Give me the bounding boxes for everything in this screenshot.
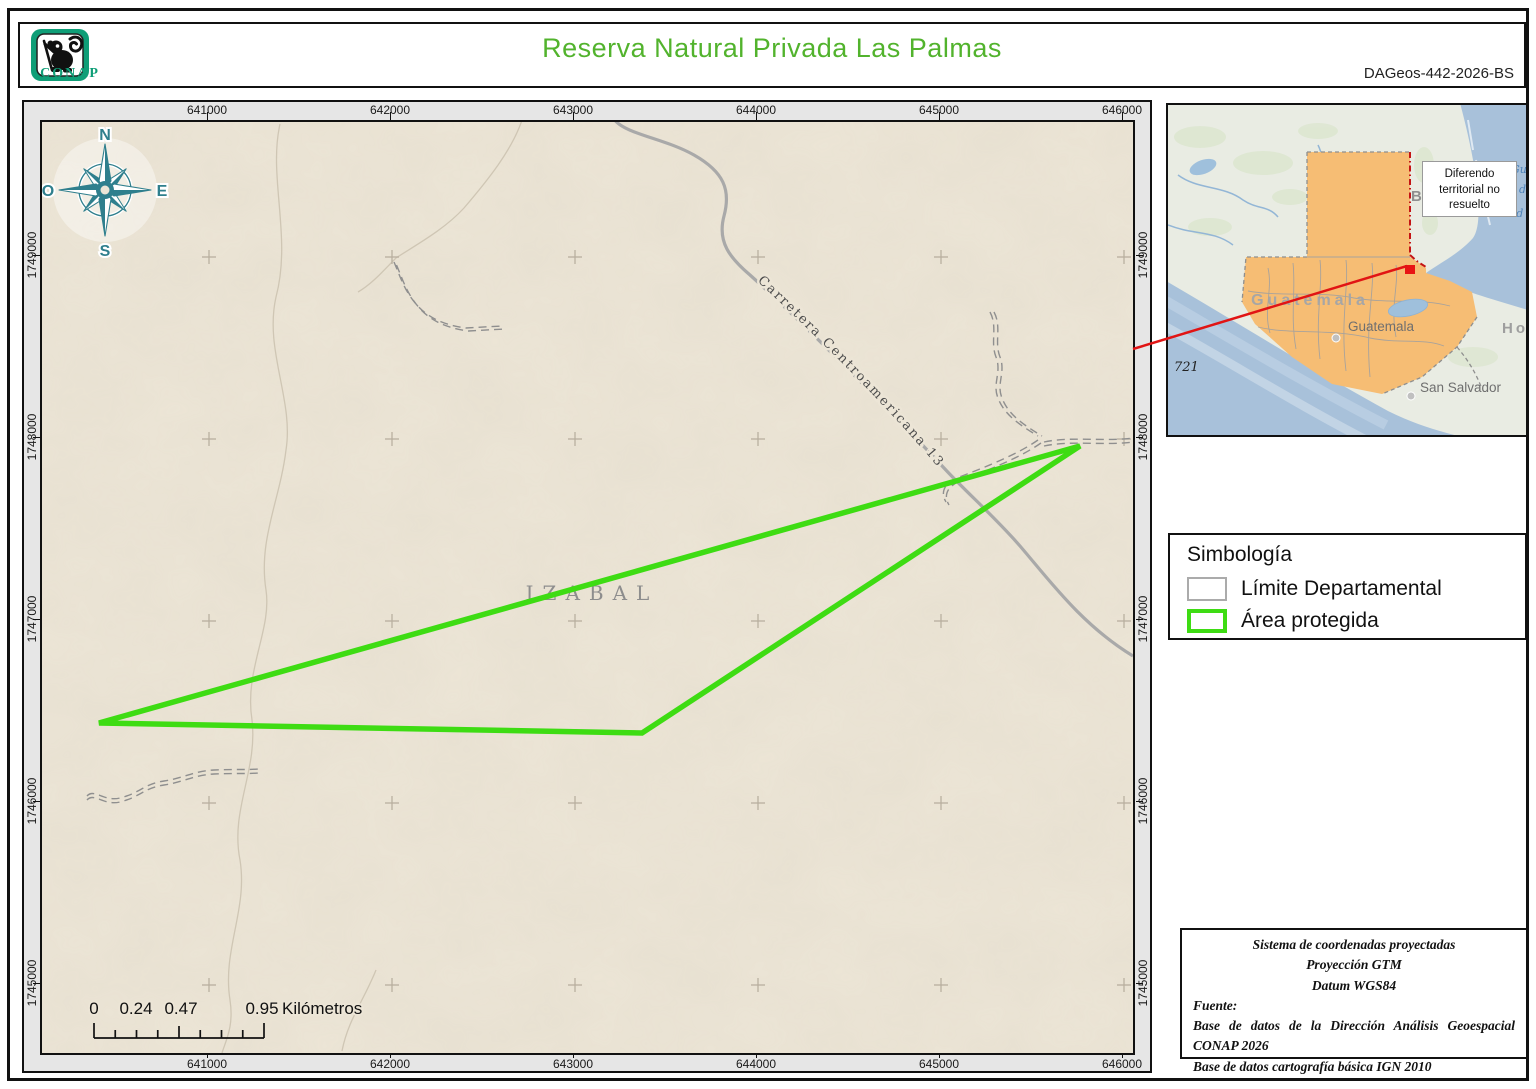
- territorial-note-line: resuelto: [1449, 199, 1490, 212]
- country-label: Guatemala: [1251, 292, 1369, 309]
- map-canvas: Carretera Centroamericana 13 Carretera C…: [40, 120, 1135, 1055]
- grid-label-bottom: 641000: [186, 1057, 228, 1071]
- protected-area-label: Área protegida: [1241, 609, 1379, 632]
- compass-n-label: N: [99, 127, 111, 144]
- grid-label-bottom: 646000: [1101, 1057, 1143, 1071]
- san-salvador-label: San Salvador: [1420, 380, 1502, 395]
- territorial-note-line: Diferendo: [1444, 168, 1495, 180]
- scale-tick-label: 0.95: [245, 999, 278, 1018]
- coord-system-line: Sistema de coordenadas proyectadas: [1252, 937, 1456, 952]
- grid-label-bottom: 645000: [918, 1057, 960, 1071]
- capital-city-dot: [1331, 333, 1341, 343]
- svg-text:d: d: [1519, 183, 1526, 196]
- datum-line: Datum WGS84: [1311, 977, 1397, 993]
- compass-e-label: E: [157, 183, 168, 200]
- page-title: Reserva Natural Privada Las Palmas: [542, 33, 1002, 63]
- locator-inset-map: B Guatemala Guatemala San Salvador Ho Gu…: [1166, 103, 1528, 437]
- road-number-label: 721: [1174, 360, 1199, 375]
- location-marker: [1405, 265, 1415, 274]
- legend: Simbología Límite Departamental Área pro…: [1168, 533, 1527, 640]
- territorial-note: Diferendo territorial no resuelto: [1422, 161, 1517, 217]
- grid-label-bottom: 642000: [369, 1057, 411, 1071]
- scale-tick-label: 0: [89, 999, 98, 1018]
- san-salvador-dot: [1406, 391, 1416, 401]
- territorial-note-line: territorial no: [1439, 183, 1500, 196]
- compass-s-label: S: [100, 243, 111, 260]
- legend-title: Simbología: [1187, 543, 1293, 566]
- departmental-limit-label: Límite Departamental: [1241, 577, 1442, 600]
- source-line-2: Base de datos cartografía básica IGN 201…: [1193, 1058, 1432, 1074]
- header: CONAP Reserva Natural Privada Las Palmas…: [18, 22, 1526, 88]
- scale-unit-label: Kilómetros: [282, 999, 362, 1018]
- source-label: Fuente:: [1193, 997, 1238, 1013]
- grid-label-bottom: 644000: [735, 1057, 777, 1071]
- scale-tick-label: 0.24: [119, 999, 152, 1018]
- terrain-map: Carretera Centroamericana 13 Carretera C…: [42, 122, 1133, 1053]
- projection-line: Proyección GTM: [1306, 957, 1402, 973]
- guatemala-overview-map: B Guatemala Guatemala San Salvador Ho Gu…: [1168, 105, 1526, 435]
- document-id: DAGeos-442-2026-BS: [1363, 65, 1514, 82]
- conap-logo-text: CONAP: [40, 66, 100, 81]
- grid-label-bottom: 643000: [552, 1057, 594, 1071]
- departmental-limit-swatch: [1187, 577, 1227, 601]
- capital-city-label: Guatemala: [1348, 319, 1415, 334]
- map-frame: 641000 642000 643000 644000 645000 64600…: [22, 100, 1152, 1073]
- map-info-box: Sistema de coordenadas proyectadas Proye…: [1180, 928, 1528, 1074]
- protected-area-swatch: [1187, 609, 1227, 633]
- source-line-1: Base de datos de la Dirección Análisis G…: [1193, 1018, 1515, 1054]
- honduras-label: Ho: [1502, 320, 1526, 337]
- compass-o-label: O: [42, 183, 54, 200]
- belize-label: B: [1411, 188, 1422, 205]
- page: CONAP Reserva Natural Privada Las Palmas…: [0, 0, 1536, 1089]
- scale-tick-label: 0.47: [164, 999, 197, 1018]
